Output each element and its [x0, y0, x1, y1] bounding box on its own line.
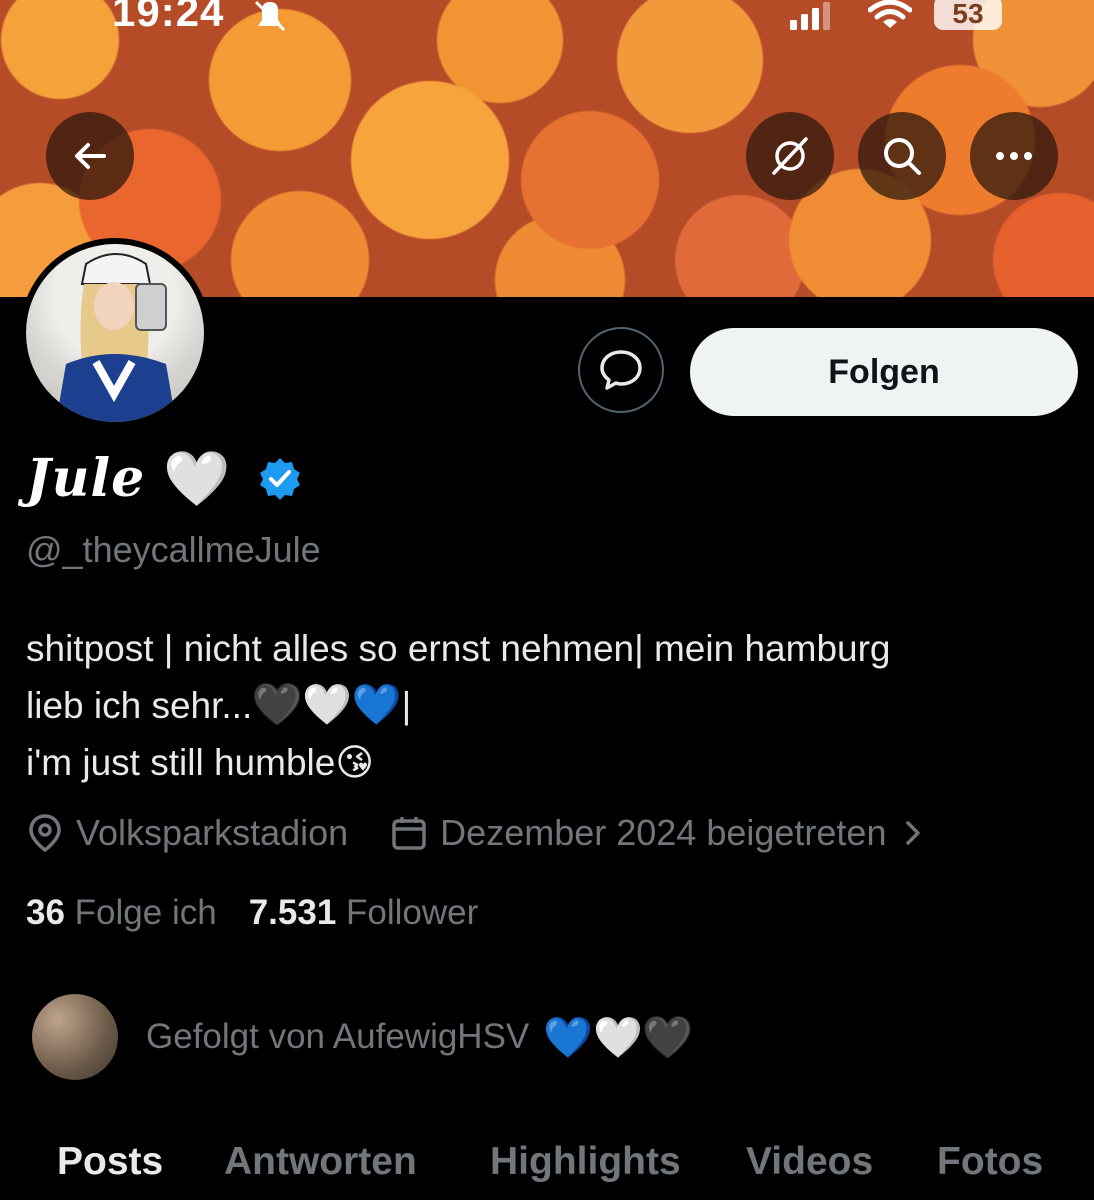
name-row: Jule 🤍: [26, 448, 303, 509]
following-stat[interactable]: 36 Folge ich: [26, 893, 217, 933]
joined-item[interactable]: Dezember 2024 beigetreten: [390, 812, 940, 854]
tab-highlights[interactable]: Highlights: [490, 1140, 681, 1184]
followed-by-row[interactable]: Gefolgt von AufewigHSV 💙🤍🖤: [32, 994, 693, 1080]
following-label: Folge ich: [74, 893, 217, 932]
speaker-off-icon: [772, 137, 808, 175]
bio-line-1: shitpost | nicht alles so ernst nehmen| …: [26, 628, 891, 669]
followers-label: Follower: [346, 893, 479, 932]
white-heart-emoji: 🤍: [593, 1015, 643, 1060]
display-name: Jule: [26, 448, 146, 509]
unmute-button[interactable]: [746, 112, 834, 200]
followers-count: 7.531: [248, 893, 337, 932]
followers-stat[interactable]: 7.531 Follower: [249, 893, 479, 933]
profile-avatar[interactable]: [20, 238, 210, 428]
kiss-face-emoji: 😘: [335, 742, 374, 783]
wifi-icon: [868, 0, 912, 28]
bio-line-3-text: i'm just still humble: [26, 742, 336, 783]
black-heart-emoji: 🖤: [252, 683, 303, 727]
follow-stats: 36 Folge ich 7.531 Follower: [26, 893, 478, 933]
followed-by-hearts: 💙🤍🖤: [543, 1014, 692, 1061]
tab-videos[interactable]: Videos: [746, 1140, 873, 1184]
location-text: Volksparkstadion: [76, 812, 349, 853]
black-heart-emoji: 🖤: [642, 1015, 693, 1060]
chevron-right-icon: [906, 821, 921, 845]
back-arrow-icon: [75, 143, 106, 169]
avatar-illustration: [56, 253, 176, 422]
chat-bubble-icon: [600, 350, 642, 390]
avatar-photo: [26, 244, 204, 422]
name-heart-emoji: 🤍: [163, 448, 231, 509]
tab-antworten[interactable]: Antworten: [224, 1140, 417, 1184]
verified-badge-icon[interactable]: [257, 456, 303, 502]
user-handle: @_theycallmeJule: [26, 529, 321, 570]
bell-off-icon: [254, 0, 286, 32]
status-time: 19:24: [112, 0, 225, 35]
tab-posts[interactable]: Posts: [57, 1140, 163, 1184]
status-bar: 19:24 53: [0, 0, 1094, 35]
bio-line-2: lieb ich sehr...🖤🤍💙|: [26, 677, 1066, 734]
search-button[interactable]: [858, 112, 946, 200]
followed-by-text: Gefolgt von AufewigHSV: [146, 1017, 530, 1056]
back-button[interactable]: [46, 112, 134, 200]
follow-button[interactable]: Folgen: [690, 328, 1078, 416]
search-icon: [884, 138, 921, 175]
bio-line-2-text: lieb ich sehr...: [26, 685, 253, 726]
bio-line-2-tail: |: [401, 685, 412, 726]
location-item: Volksparkstadion: [26, 812, 348, 854]
signal-icon: [790, 2, 830, 30]
location-pin-icon: [29, 814, 61, 853]
blue-heart-emoji: 💙: [543, 1015, 594, 1060]
following-count: 36: [26, 893, 65, 932]
joined-text: Dezember 2024 beigetreten: [440, 812, 887, 853]
battery-indicator: 53: [934, 0, 1002, 30]
calendar-icon: [392, 817, 426, 850]
more-button[interactable]: [970, 112, 1058, 200]
profile-tabs: Posts Antworten Highlights Videos Fotos: [0, 1130, 1094, 1200]
blue-heart-emoji: 💙: [351, 683, 402, 727]
profile-bio: shitpost | nicht alles so ernst nehmen| …: [26, 620, 1066, 791]
profile-meta: Volksparkstadion Dezember 2024 beigetret…: [26, 812, 940, 854]
follower-avatar: [32, 994, 118, 1080]
white-heart-emoji: 🤍: [302, 683, 352, 727]
message-button[interactable]: [578, 327, 664, 413]
bio-line-3: i'm just still humble😘: [26, 734, 1066, 791]
more-icon: [996, 152, 1032, 160]
tab-fotos[interactable]: Fotos: [937, 1140, 1043, 1184]
